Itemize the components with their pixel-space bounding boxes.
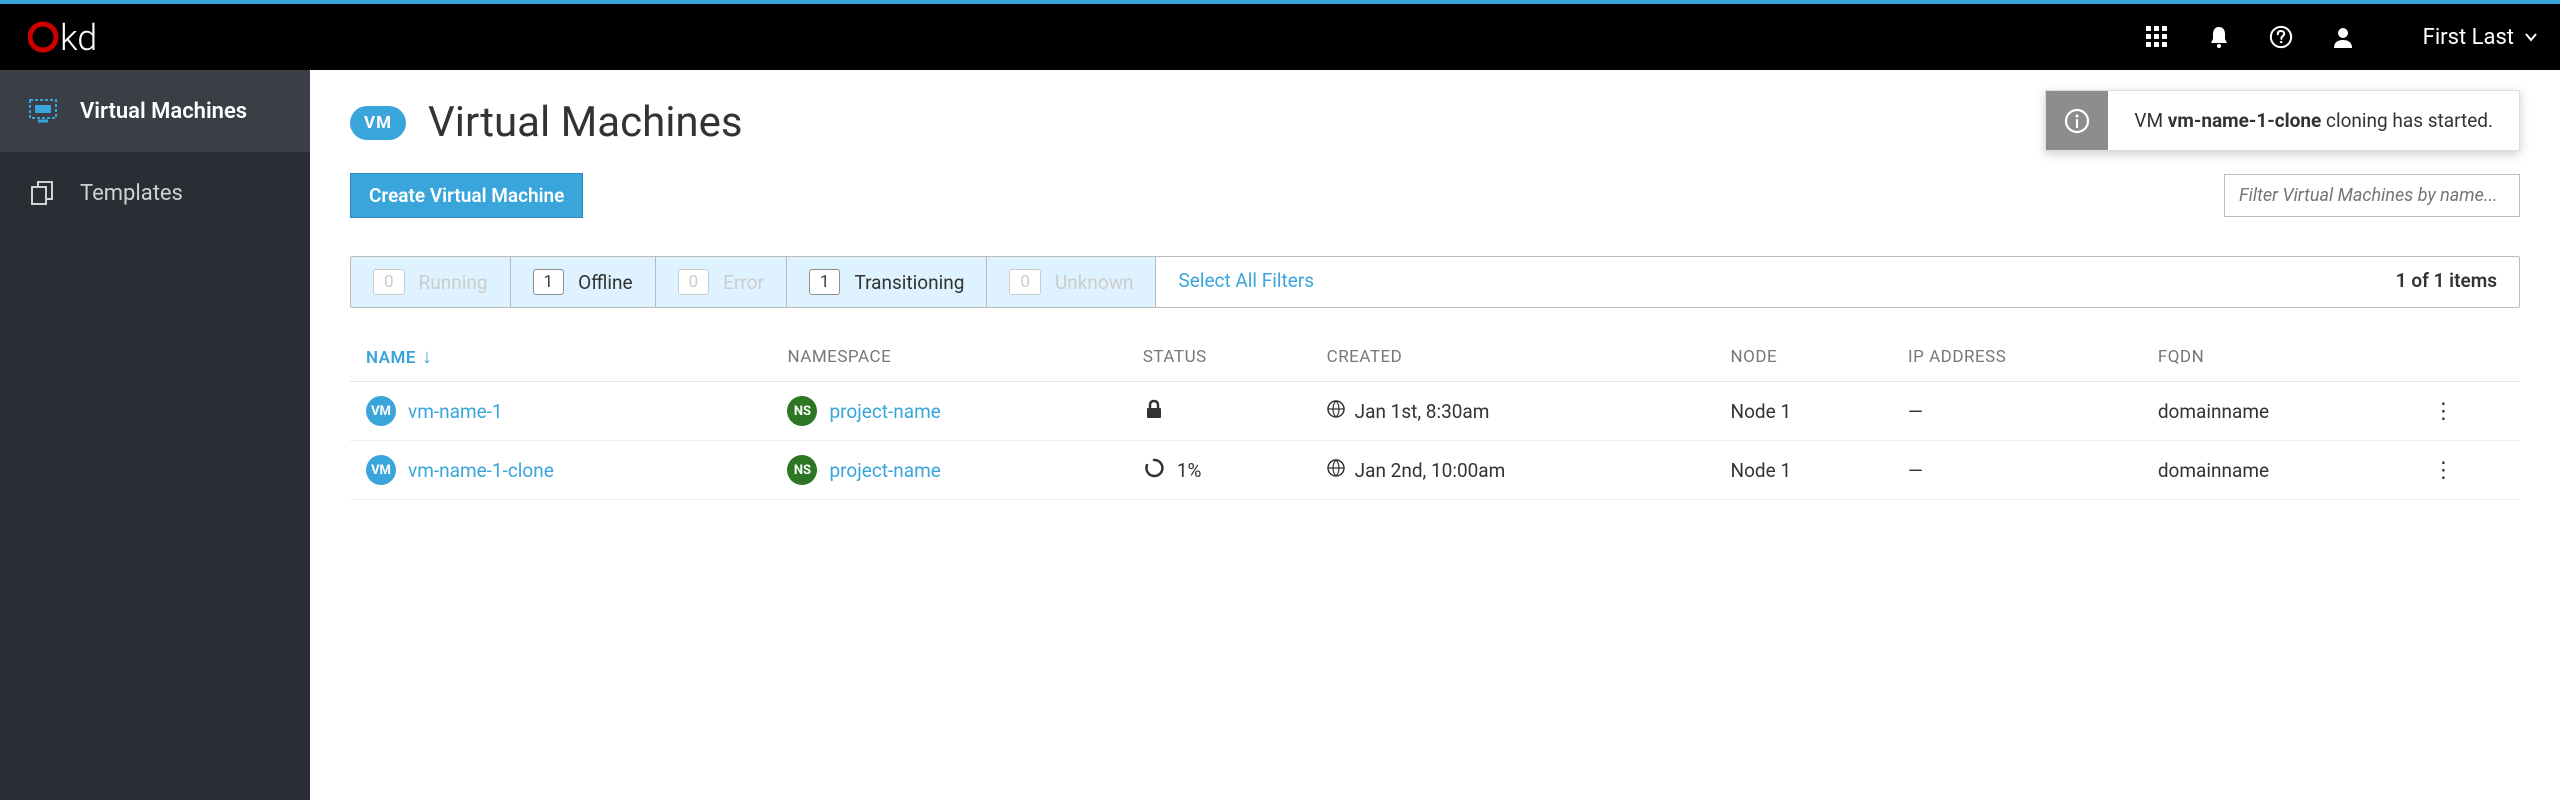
help-icon[interactable] <box>2269 25 2293 49</box>
vm-badge-icon: VM <box>366 455 396 485</box>
vm-table: NAME↓ NAMESPACE STATUS CREATED NODE IP A… <box>350 332 2520 500</box>
col-namespace[interactable]: NAMESPACE <box>771 332 1126 382</box>
status-percent: 1% <box>1177 459 1202 482</box>
col-status[interactable]: STATUS <box>1127 332 1311 382</box>
bell-icon[interactable] <box>2207 25 2231 49</box>
lock-icon <box>1143 398 1165 425</box>
globe-icon <box>1327 459 1345 482</box>
ns-link[interactable]: project-name <box>829 459 940 482</box>
sidebar: Virtual Machines Templates <box>0 70 310 800</box>
item-count: 1 of 1 items <box>2374 257 2519 307</box>
ns-badge-icon: NS <box>787 455 817 485</box>
filter-count: 1 <box>809 269 841 295</box>
sidebar-label: Templates <box>80 181 183 206</box>
kebab-menu[interactable]: ⋮ <box>2432 399 2454 424</box>
created-text: Jan 1st, 8:30am <box>1355 400 1490 423</box>
sidebar-label: Virtual Machines <box>80 99 247 124</box>
chevron-down-icon <box>2524 30 2538 44</box>
filter-chip-offline[interactable]: 1 Offline <box>511 257 656 307</box>
created-text: Jan 2nd, 10:00am <box>1355 459 1506 482</box>
node-text: Node 1 <box>1715 382 1892 441</box>
templates-icon <box>28 178 58 208</box>
filter-chip-unknown[interactable]: 0 Unknown <box>987 257 1156 307</box>
filter-bar: 0 Running 1 Offline 0 Error 1 Transitioning 0 Unk… <box>350 256 2520 308</box>
filter-count: 0 <box>373 269 405 295</box>
filter-label: Offline <box>578 271 632 294</box>
status-cell: 1% <box>1143 457 1295 484</box>
apps-icon[interactable] <box>2145 25 2169 49</box>
topbar: kd <box>0 4 2560 70</box>
col-fqdn[interactable]: FQDN <box>2142 332 2417 382</box>
main-content: VM vm-name-1-clone cloning has started. … <box>310 70 2560 800</box>
sort-down-icon: ↓ <box>422 344 433 368</box>
filter-chip-running[interactable]: 0 Running <box>351 257 511 307</box>
filter-label: Unknown <box>1055 271 1134 294</box>
ip-text: — <box>1892 382 2142 441</box>
page-title: Virtual Machines <box>428 98 743 147</box>
toast-notification: VM vm-name-1-clone cloning has started. <box>2045 90 2520 151</box>
node-text: Node 1 <box>1715 441 1892 500</box>
spinner-icon <box>1143 457 1165 484</box>
filter-count: 0 <box>678 269 710 295</box>
user-icon[interactable] <box>2331 25 2355 49</box>
vm-badge-icon: VM <box>366 396 396 426</box>
filter-input[interactable] <box>2224 174 2520 217</box>
filter-label: Error <box>723 271 764 294</box>
user-name: First Last <box>2423 25 2514 50</box>
ip-text: — <box>1892 441 2142 500</box>
globe-icon <box>1327 400 1345 423</box>
page-badge: VM <box>350 106 406 140</box>
vm-link[interactable]: vm-name-1-clone <box>408 459 554 482</box>
col-ip[interactable]: IP ADDRESS <box>1892 332 2142 382</box>
brand-logo[interactable]: kd <box>28 17 108 57</box>
svg-text:kd: kd <box>60 17 97 57</box>
vm-link[interactable]: vm-name-1 <box>408 400 503 423</box>
sidebar-item-virtual-machines[interactable]: Virtual Machines <box>0 70 310 152</box>
fqdn-text: domainname <box>2142 441 2417 500</box>
filter-chip-transitioning[interactable]: 1 Transitioning <box>787 257 987 307</box>
filter-label: Running <box>419 271 488 294</box>
col-created[interactable]: CREATED <box>1311 332 1715 382</box>
vm-icon <box>28 96 58 126</box>
user-menu[interactable]: First Last <box>2423 25 2538 50</box>
ns-link[interactable]: project-name <box>829 400 940 423</box>
kebab-menu[interactable]: ⋮ <box>2432 458 2454 483</box>
filter-count: 0 <box>1009 269 1041 295</box>
filter-chip-error[interactable]: 0 Error <box>656 257 787 307</box>
info-icon <box>2046 91 2108 150</box>
filter-count: 1 <box>533 269 565 295</box>
filter-label: Transitioning <box>854 271 964 294</box>
col-name[interactable]: NAME↓ <box>350 332 771 382</box>
ns-badge-icon: NS <box>787 396 817 426</box>
table-row: VM vm-name-1 NS project-name Jan 1st, 8:30am… <box>350 382 2520 441</box>
toast-message: VM vm-name-1-clone cloning has started. <box>2108 91 2519 150</box>
table-row: VM vm-name-1-clone NS project-name 1% Jan 2nd… <box>350 441 2520 500</box>
select-all-filters[interactable]: Select All Filters <box>1156 257 1336 307</box>
status-cell <box>1143 398 1295 425</box>
fqdn-text: domainname <box>2142 382 2417 441</box>
sidebar-item-templates[interactable]: Templates <box>0 152 310 234</box>
create-vm-button[interactable]: Create Virtual Machine <box>350 173 583 218</box>
col-node[interactable]: NODE <box>1715 332 1892 382</box>
